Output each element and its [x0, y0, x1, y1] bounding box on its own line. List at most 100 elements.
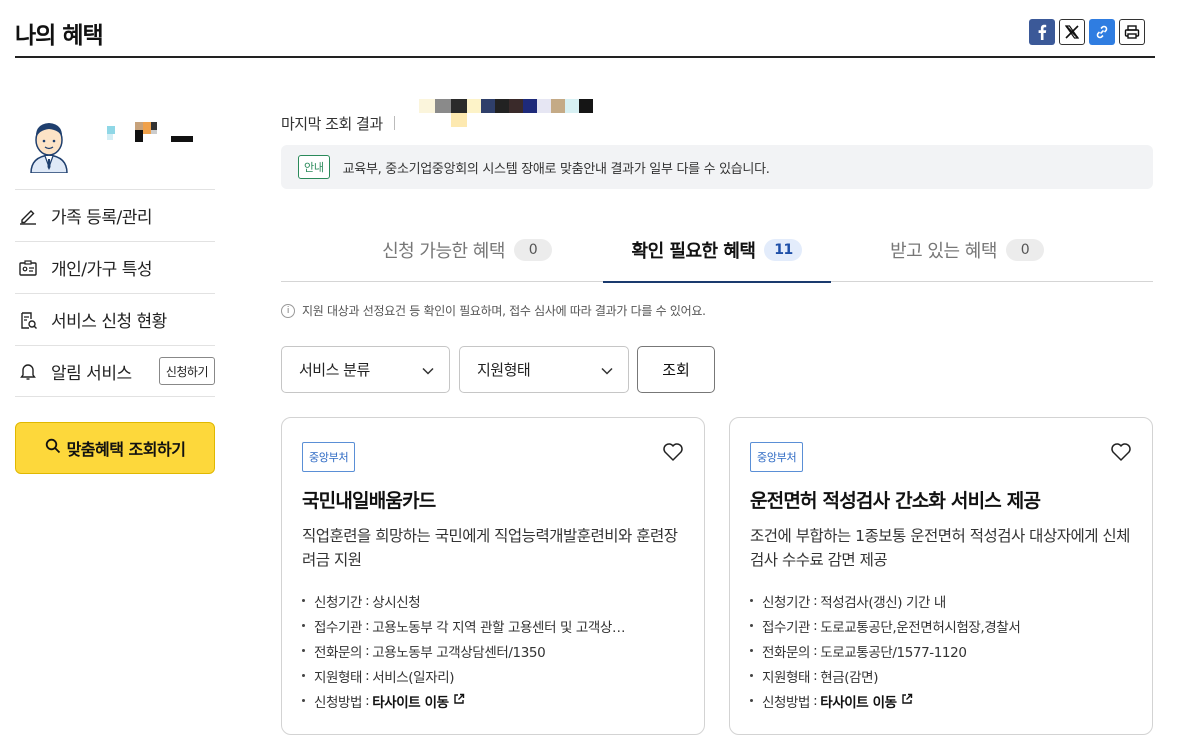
notification-subscribe-button[interactable]: 신청하기 [158, 357, 215, 385]
detail-value: 도로교통공단/1577-1120 [820, 644, 967, 661]
detail-row: 신청기간: 상시신청 [302, 588, 687, 613]
chevron-down-icon [601, 361, 613, 379]
share-toolbar [1029, 19, 1145, 45]
avatar [27, 115, 71, 174]
pencil-icon [18, 206, 38, 226]
detail-key: 신청기간 [762, 594, 811, 611]
header-divider [15, 56, 1155, 58]
external-link-icon [901, 693, 913, 709]
link-label: 타사이트 이동 [372, 694, 449, 711]
card-title: 국민내일배움카드 [302, 490, 436, 512]
card-details: 신청기간: 적성검사(갱신) 기간 내 접수기관: 도로교통공단,운전면허시험장,경… [750, 588, 1135, 713]
x-twitter-icon[interactable] [1059, 19, 1085, 45]
link-label: 타사이트 이동 [820, 694, 897, 711]
tab-label: 확인 필요한 혜택 [631, 241, 756, 262]
notice-banner: 안내 교육부, 중소기업중앙회의 시스템 장애로 맞춤안내 결과가 일부 다를 … [281, 145, 1153, 189]
search-icon [45, 438, 61, 458]
tab-count-badge: 11 [764, 239, 803, 261]
tab-label: 신청 가능한 혜택 [382, 241, 505, 262]
detail-row: 전화문의: 도로교통공단/1577-1120 [750, 638, 1135, 663]
profile-section [15, 100, 215, 188]
detail-key: 지원형태 [314, 669, 363, 686]
heart-icon[interactable] [1110, 442, 1132, 462]
detail-key: 신청방법 [762, 694, 811, 711]
sidebar-item-label: 가족 등록/관리 [51, 208, 152, 228]
search-button[interactable]: 조회 [637, 346, 715, 393]
external-link-icon [453, 693, 465, 709]
detail-row: 접수기관: 도로교통공단,운전면허시험장,경찰서 [750, 613, 1135, 638]
detail-row: 신청방법: 타사이트 이동 [750, 688, 1135, 713]
benefit-card[interactable]: 중앙부처 운전면허 적성검사 간소화 서비스 제공 조건에 부합하는 1종보통 … [729, 417, 1153, 735]
detail-value: 고용노동부 각 지역 관할 고용센터 및 고객상… [372, 619, 626, 636]
sidebar-item-notification[interactable]: 알림 서비스 신청하기 [15, 345, 215, 397]
detail-row: 신청기간: 적성검사(갱신) 기간 내 [750, 588, 1135, 613]
facebook-icon[interactable] [1029, 19, 1055, 45]
tab-needs-check-benefits[interactable]: 확인 필요한 혜택 11 [603, 218, 831, 283]
bell-icon [18, 361, 38, 381]
category-badge: 중앙부처 [750, 442, 804, 472]
detail-key: 접수기관 [762, 619, 811, 636]
document-search-icon [18, 310, 38, 330]
detail-value: 도로교통공단,운전면허시험장,경찰서 [820, 619, 1021, 636]
info-message: i 지원 대상과 선정요건 등 확인이 필요하며, 접수 심사에 따라 결과가 … [281, 302, 706, 319]
detail-row: 접수기관: 고용노동부 각 지역 관할 고용센터 및 고객상… [302, 613, 687, 638]
card-description: 직업훈련을 희망하는 국민에게 직업능력개발훈련비와 훈련장려금 지원 [302, 527, 678, 569]
detail-row: 신청방법: 타사이트 이동 [302, 688, 687, 713]
tab-count-badge: 0 [1005, 239, 1044, 261]
select-value: 서비스 분류 [299, 361, 370, 379]
detail-value: 고용노동부 고객상담센터/1350 [372, 644, 546, 661]
select-value: 지원형태 [477, 361, 531, 379]
detail-value: 서비스(일자리) [372, 669, 455, 686]
info-icon: i [281, 303, 295, 318]
info-text: 지원 대상과 선정요건 등 확인이 필요하며, 접수 심사에 따라 결과가 다를… [302, 304, 706, 318]
sidebar-item-label: 서비스 신청 현황 [51, 312, 167, 332]
notice-text: 교육부, 중소기업중앙회의 시스템 장애로 맞춤안내 결과가 일부 다를 수 있… [342, 161, 770, 177]
last-query-label: 마지막 조회 결과 [281, 114, 383, 133]
detail-key: 지원형태 [762, 669, 811, 686]
sidebar-menu: 가족 등록/관리 개인/가구 특성 서비스 신청 현황 알림 서비스 신청하기 [15, 189, 215, 397]
detail-key: 신청방법 [314, 694, 363, 711]
detail-value: 현금(감면) [820, 669, 879, 686]
benefit-card[interactable]: 중앙부처 국민내일배움카드 직업훈련을 희망하는 국민에게 직업능력개발훈련비와… [281, 417, 705, 735]
cta-label: 맞춤혜택 조회하기 [66, 440, 186, 459]
heart-icon[interactable] [662, 442, 684, 462]
detail-key: 접수기관 [314, 619, 363, 636]
sidebar-item-application-status[interactable]: 서비스 신청 현황 [15, 293, 215, 345]
category-badge: 중앙부처 [302, 442, 356, 472]
masked-user-name [107, 122, 197, 144]
detail-key: 신청기간 [314, 594, 363, 611]
tab-count-badge: 0 [513, 239, 552, 261]
sidebar-item-family[interactable]: 가족 등록/관리 [15, 189, 215, 241]
notice-badge: 안내 [298, 155, 330, 179]
page-title: 나의 혜택 [15, 23, 104, 49]
last-query-row: 마지막 조회 결과 [281, 99, 595, 138]
print-icon[interactable] [1119, 19, 1145, 45]
detail-row: 지원형태: 현금(감면) [750, 663, 1135, 688]
detail-row: 지원형태: 서비스(일자리) [302, 663, 687, 688]
masked-query-date [405, 99, 595, 138]
benefit-tabs: 신청 가능한 혜택 0 확인 필요한 혜택 11 받고 있는 혜택 0 [281, 218, 1153, 283]
tab-available-benefits[interactable]: 신청 가능한 혜택 0 [331, 218, 603, 282]
sidebar-item-label: 알림 서비스 [51, 363, 132, 384]
external-site-link[interactable]: 타사이트 이동 [820, 691, 912, 711]
sidebar-item-label: 개인/가구 특성 [51, 260, 152, 280]
link-icon[interactable] [1089, 19, 1115, 45]
sidebar-item-characteristics[interactable]: 개인/가구 특성 [15, 241, 215, 293]
card-title: 운전면허 적성검사 간소화 서비스 제공 [750, 490, 1041, 512]
detail-row: 전화문의: 고용노동부 고객상담센터/1350 [302, 638, 687, 663]
detail-key: 전화문의 [762, 644, 811, 661]
detail-value: 적성검사(갱신) 기간 내 [820, 594, 946, 611]
detail-value: 상시신청 [372, 594, 421, 611]
divider [393, 116, 395, 130]
tab-receiving-benefits[interactable]: 받고 있는 혜택 0 [831, 218, 1103, 282]
card-description: 조건에 부합하는 1종보통 운전면허 적성검사 대상자에게 신체검사 수수료 감… [750, 527, 1130, 569]
service-category-select[interactable]: 서비스 분류 [281, 346, 450, 393]
id-card-icon [18, 258, 38, 278]
external-site-link[interactable]: 타사이트 이동 [372, 691, 464, 711]
card-details: 신청기간: 상시신청 접수기관: 고용노동부 각 지역 관할 고용센터 및 고객상…… [302, 588, 687, 713]
custom-benefit-search-button[interactable]: 맞춤혜택 조회하기 [15, 422, 215, 474]
chevron-down-icon [422, 361, 434, 379]
detail-key: 전화문의 [314, 644, 363, 661]
support-type-select[interactable]: 지원형태 [459, 346, 629, 393]
tab-label: 받고 있는 혜택 [890, 241, 997, 262]
